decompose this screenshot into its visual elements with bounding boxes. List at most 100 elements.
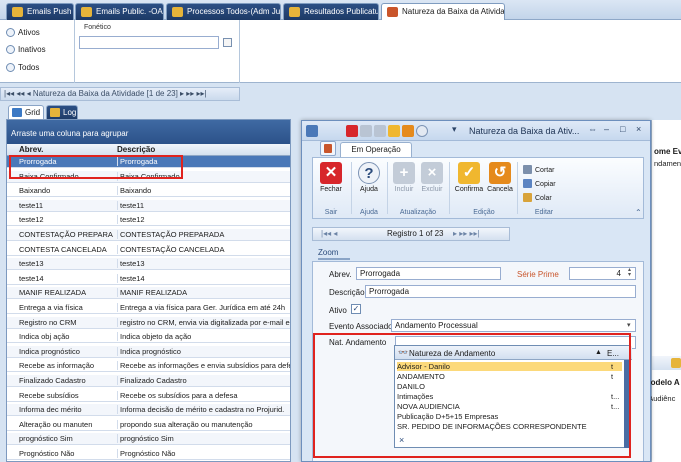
table-row[interactable]: Alteração ou manuten propondo sua alteraç… [7,419,290,431]
table-row[interactable]: teste11 teste11 [7,199,290,212]
table-row[interactable]: CONTESTA CANCELADA CONTESTAÇÃO CANCELADA [7,244,290,256]
table-row[interactable]: teste12 teste12 [7,214,290,227]
cell-abrev: Baixando [19,186,51,196]
table-row[interactable]: prognóstico Sim prognóstico Sim [7,433,290,446]
table-row[interactable]: Registro no CRM registro no CRM, envia vi… [7,316,290,329]
add-icon[interactable] [360,125,372,137]
close-record-icon[interactable] [346,125,358,137]
confirma-button[interactable]: ✓ Confirma [453,162,485,193]
clear-icon[interactable]: × [399,435,404,445]
column-abrev[interactable]: Abrev. [19,145,43,154]
table-row[interactable]: CONTESTAÇÃO PREPARA CONTESTAÇÃO PREPARADA [7,229,290,241]
dropdown-option[interactable]: Intimações t... [397,392,622,401]
record-navigator[interactable]: |◂◂ ◂◂ ◂ Natureza da Baixa da Atividade … [0,87,240,101]
close-x-icon: ✕ [320,162,342,184]
fonetico-input[interactable] [79,36,219,49]
table-row[interactable]: Finalizado Cadastro Finalizado Cadastro [7,375,290,387]
cancel-icon[interactable] [402,125,414,137]
tab-emails-public[interactable]: Emails Public. -OAB SP [75,3,164,20]
fonetico-label: Fonético [84,24,111,31]
column-descricao[interactable]: Descrição [117,145,155,154]
option-label: Intimações [397,392,434,401]
dropdown-scrollbar[interactable] [624,360,631,448]
table-row[interactable]: Informa dec mérito Informa decisão de mér… [7,404,290,417]
table-row[interactable]: teste13 teste13 [7,258,290,271]
descricao-field[interactable]: Prorrogada [365,285,636,298]
table-row[interactable]: Recebe subsídios Recebe os subsídios para… [7,390,290,402]
cancela-button[interactable]: ↺ Cancela [485,162,515,193]
nav-first-icon[interactable]: |◂◂ ◂ [321,228,337,240]
radio-ativos[interactable]: Ativos [6,28,40,37]
table-row[interactable]: Prorrogada Prorrogada [7,156,290,168]
dropdown-column-e[interactable]: E... [607,349,619,358]
tab-processos-todos[interactable]: Processos Todos-(Adm Jud) [166,3,281,20]
evento-select[interactable]: Andamento Processual [391,319,636,332]
mail-icon [81,7,92,17]
confirm-icon[interactable] [388,125,400,137]
dropdown-option[interactable]: NOVA AUDIENCIA t... [397,402,622,411]
excluir-button[interactable]: × Excluir [419,162,445,193]
dialog-title-bar[interactable]: ▾ Natureza da Baixa da Ativ... ⇔ – □ × [302,121,650,141]
group-sair: Sair [324,209,338,216]
pin-icon[interactable]: ⇔ [588,124,597,134]
serie-prime-field[interactable]: 4 [569,267,636,280]
table-row[interactable]: MANIF REALIZADA MANIF REALIZADA [7,287,290,300]
nat-andamento-dropdown: 👓 Natureza de Andamento ▲ E... Advisor -… [394,345,632,448]
minimize-icon[interactable]: – [604,124,609,134]
chevron-down-icon[interactable]: ▾ [627,321,631,329]
cell-abrev: Indica obj ação [19,332,70,342]
dialog-record-navigator[interactable]: |◂◂ ◂ Registro 1 of 23 ▸ ▸▸ ▸▸| [312,227,510,241]
dropdown-option[interactable]: DANILO [397,382,622,391]
colar-button[interactable]: Colar [523,193,552,202]
tab-zoom[interactable]: Zoom [318,247,350,260]
table-row[interactable]: Baixa Confirmado Baixa Confirmado [7,170,290,183]
ribbon-tab-em-operacao[interactable]: Em Operação [340,142,412,157]
tab-grid[interactable]: Grid [8,105,44,120]
incluir-button[interactable]: + Incluir [391,162,417,193]
tab-log[interactable]: Log [46,105,78,120]
dropdown-option[interactable]: Publicação D+5+15 Empresas [397,412,622,421]
spin-icon[interactable]: ▴ ▾ [628,267,631,278]
quick-access-dropdown-icon[interactable]: ▾ [452,124,457,135]
dropdown-option[interactable]: ANDAMENTO t [397,372,622,381]
evento-label: Evento Associado [329,322,393,331]
help-icon[interactable] [416,125,428,137]
delete-icon[interactable] [374,125,386,137]
dropdown-column-natureza[interactable]: Natureza de Andamento [409,349,495,358]
radio-todos[interactable]: Todos [6,63,39,72]
nav-last-icon[interactable]: ▸ ▸▸ ▸▸| [453,228,480,240]
table-row[interactable]: Prognóstico Não Prognóstico Não [7,448,290,460]
ativo-checkbox[interactable]: ✓ [351,304,361,314]
copiar-button[interactable]: Copiar [523,179,556,188]
file-menu-button[interactable] [320,141,336,156]
table-row[interactable]: Indica obj ação Indica objeto da ação [7,331,290,344]
group-by-area[interactable]: Arraste uma coluna para agrupar [7,120,290,144]
folder-icon [172,7,183,17]
close-icon[interactable]: × [636,124,641,134]
fonetico-filter: Fonético [75,20,240,83]
cell-abrev: CONTESTAÇÃO PREPARA [19,230,113,239]
copy-icon [523,179,532,188]
tab-resultados-publicatus[interactable]: Resultados Publicatus [283,3,379,20]
tab-emails-push[interactable]: Emails Push [6,3,74,20]
group-editar: Editar [534,209,554,216]
paste-icon [523,193,532,202]
abrev-field[interactable]: Prorrogada [356,267,501,280]
cortar-button[interactable]: Cortar [523,165,554,174]
table-row[interactable]: Recebe as informação Recebe as informaçõe… [7,360,290,373]
radio-inativos[interactable]: Inativos [6,45,46,54]
table-row[interactable]: Entrega a via física Entrega a via física… [7,302,290,314]
cell-descricao: Prognóstico Não [117,449,290,458]
table-row[interactable]: Baixando Baixando [7,185,290,198]
table-row[interactable]: teste14 teste14 [7,273,290,285]
dropdown-option[interactable]: SR. PEDIDO DE INFORMAÇÕES CORRESPONDENTE [397,422,622,431]
fechar-button[interactable]: ✕ Fechar [317,162,345,193]
tab-natureza-baixa[interactable]: Natureza da Baixa da Atividade [381,3,505,20]
ajuda-button[interactable]: ? Ajuda [355,162,383,193]
fonetico-checkbox[interactable] [223,38,232,47]
table-row[interactable]: Indica prognóstico Indica prognóstico [7,345,290,358]
dropdown-option[interactable]: Advisor - Danilo t [397,362,622,371]
cell-descricao: teste13 [117,259,290,269]
maximize-icon[interactable]: □ [620,124,625,134]
ribbon-collapse-icon[interactable]: ⌃ [635,208,642,217]
